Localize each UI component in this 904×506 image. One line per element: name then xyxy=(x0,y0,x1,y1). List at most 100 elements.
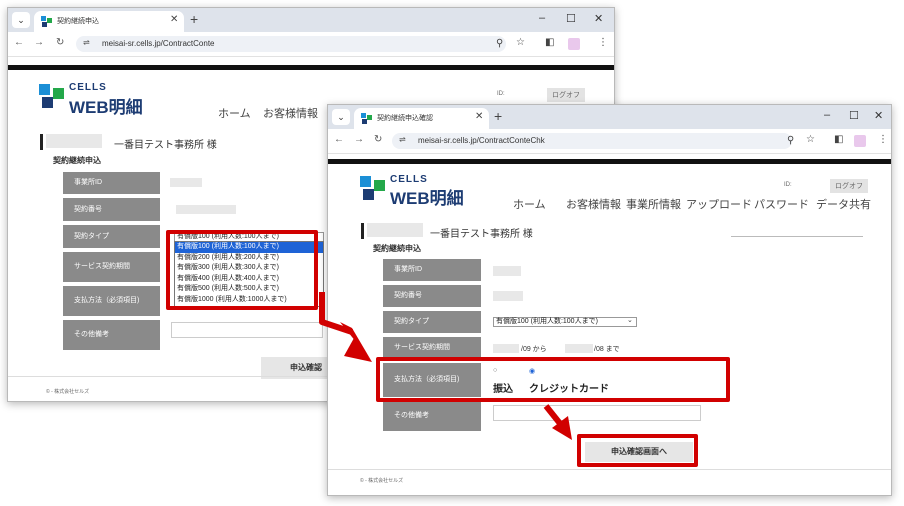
label-office-id: 事業所ID xyxy=(63,172,160,194)
site-settings-icon[interactable]: ⇌ xyxy=(399,135,406,144)
nav-upload[interactable]: アップロード xyxy=(686,196,752,212)
tab-strip: ⌄ 契約継続申込確認 ✕ + – ☐ ✕ xyxy=(328,105,891,129)
section-title: 契約継続申込 xyxy=(53,156,101,165)
sidepanel-icon[interactable]: ◧ xyxy=(545,37,554,48)
reload-icon[interactable]: ↻ xyxy=(56,37,64,48)
nav-home[interactable]: ホーム xyxy=(513,196,546,212)
highlight-dropdown xyxy=(166,230,318,310)
logout-button[interactable]: ログオフ xyxy=(547,88,585,102)
period-to-year xyxy=(565,344,593,353)
close-tab-icon[interactable]: ✕ xyxy=(170,14,178,25)
user-id-label: ID: xyxy=(784,182,792,188)
label-notes: その他備考 xyxy=(383,401,481,431)
minimize-button[interactable]: – xyxy=(824,109,830,121)
logo-web-text: WEB明細 xyxy=(390,189,464,208)
label-contract-no: 契約番号 xyxy=(383,285,481,307)
footer-copyright: © - 株式会社セルズ xyxy=(360,478,404,484)
title-underline xyxy=(731,236,863,237)
logo-cells-text: CELLS xyxy=(69,82,107,93)
user-id-label: ID: xyxy=(497,91,505,97)
url-field[interactable]: ⇌ meisai-sr.cells.jp/ContractConte xyxy=(76,36,506,52)
browser-tab[interactable]: 契約継続申込 ✕ xyxy=(34,11,184,32)
tab-strip: ⌄ 契約継続申込 ✕ + – ☐ ✕ xyxy=(8,8,614,32)
label-service-period: サービス契約期間 xyxy=(63,252,160,282)
site-top-bar xyxy=(328,159,891,164)
section-title: 契約継続申込 xyxy=(373,244,421,253)
sidepanel-icon[interactable]: ◧ xyxy=(834,134,843,145)
logout-button[interactable]: ログオフ xyxy=(830,179,868,193)
nav-customer-info[interactable]: お客様情報 xyxy=(566,196,621,212)
address-bar: ← → ↻ ⇌ meisai-sr.cells.jp/ContractConte… xyxy=(8,32,614,57)
tab-search-button[interactable]: ⌄ xyxy=(12,12,30,28)
reload-icon[interactable]: ↻ xyxy=(374,134,382,145)
profile-avatar[interactable] xyxy=(568,38,580,50)
url-text: meisai-sr.cells.jp/ContractConte xyxy=(102,39,215,48)
close-window-button[interactable]: ✕ xyxy=(594,12,603,25)
site-settings-icon[interactable]: ⇌ xyxy=(83,38,90,47)
zoom-icon[interactable]: ⚲ xyxy=(496,38,503,49)
profile-avatar[interactable] xyxy=(854,135,866,147)
cells-favicon-icon xyxy=(41,16,52,27)
redacted-office-code xyxy=(367,223,423,237)
nav-office-info[interactable]: 事業所情報 xyxy=(626,196,681,212)
label-payment: 支払方法（必須項目) xyxy=(63,286,160,316)
cells-logo-icon xyxy=(360,176,385,200)
bookmark-star-icon[interactable]: ☆ xyxy=(516,37,525,48)
browser-tab[interactable]: 契約継続申込確認 ✕ xyxy=(354,108,489,129)
contract-type-select[interactable]: 有償版100 (利用人数:100人まで) xyxy=(493,317,637,327)
footer-rule xyxy=(328,469,891,470)
label-contract-type: 契約タイプ xyxy=(383,311,481,333)
nav-home[interactable]: ホーム xyxy=(218,105,251,121)
cells-favicon-icon xyxy=(361,113,372,124)
tab-search-button[interactable]: ⌄ xyxy=(332,109,350,125)
zoom-icon[interactable]: ⚲ xyxy=(787,135,794,146)
highlight-submit-button xyxy=(577,434,698,467)
label-service-period: サービス契約期間 xyxy=(383,337,481,359)
cells-logo[interactable]: CELLS WEB明細 xyxy=(360,174,490,208)
title-marker xyxy=(40,134,43,150)
close-window-button[interactable]: ✕ xyxy=(874,109,883,122)
period-from: /09 から xyxy=(521,346,547,353)
redacted-office-code xyxy=(46,134,102,148)
customer-name: 一番目テスト事務所 様 xyxy=(430,229,533,240)
chevron-down-icon: ⌄ xyxy=(627,317,633,324)
footer-copyright: © - 株式会社セルズ xyxy=(46,389,90,395)
notes-input[interactable] xyxy=(493,405,701,421)
office-id-value xyxy=(170,178,202,187)
forward-icon[interactable]: → xyxy=(354,134,364,145)
nav-data-share[interactable]: データ共有 xyxy=(816,196,871,212)
contract-no-value xyxy=(493,291,523,301)
period-from-year xyxy=(493,344,519,353)
nav-customer-info[interactable]: お客様情報 xyxy=(263,105,318,121)
contract-no-value xyxy=(176,205,236,214)
url-field[interactable]: ⇌ meisai-sr.cells.jp/ContractConteChk xyxy=(392,133,792,149)
minimize-button[interactable]: – xyxy=(539,12,545,24)
back-icon[interactable]: ← xyxy=(14,37,24,48)
maximize-button[interactable]: ☐ xyxy=(849,109,859,122)
close-tab-icon[interactable]: ✕ xyxy=(475,111,483,122)
period-to: /08 まで xyxy=(594,346,620,353)
label-office-id: 事業所ID xyxy=(383,259,481,281)
tab-title: 契約継続申込 xyxy=(57,18,99,25)
forward-icon[interactable]: → xyxy=(34,37,44,48)
back-icon[interactable]: ← xyxy=(334,134,344,145)
title-marker xyxy=(361,223,364,239)
maximize-button[interactable]: ☐ xyxy=(566,12,576,25)
cells-logo-icon xyxy=(39,84,64,108)
notes-input[interactable] xyxy=(171,322,323,338)
url-text: meisai-sr.cells.jp/ContractConteChk xyxy=(418,136,545,145)
bookmark-star-icon[interactable]: ☆ xyxy=(806,134,815,145)
tab-title: 契約継続申込確認 xyxy=(377,115,433,122)
menu-icon[interactable]: ⋮ xyxy=(598,37,608,48)
menu-icon[interactable]: ⋮ xyxy=(878,134,888,145)
new-tab-button[interactable]: + xyxy=(494,108,502,124)
label-contract-no: 契約番号 xyxy=(63,198,160,221)
nav-password[interactable]: パスワード xyxy=(754,196,809,212)
label-contract-type: 契約タイプ xyxy=(63,225,160,248)
cells-logo[interactable]: CELLS WEB明細 xyxy=(39,82,169,117)
office-id-value xyxy=(493,266,521,276)
site-top-bar xyxy=(8,65,614,70)
new-tab-button[interactable]: + xyxy=(190,11,198,27)
customer-name: 一番目テスト事務所 様 xyxy=(114,140,217,151)
highlight-payment-row xyxy=(376,357,730,402)
